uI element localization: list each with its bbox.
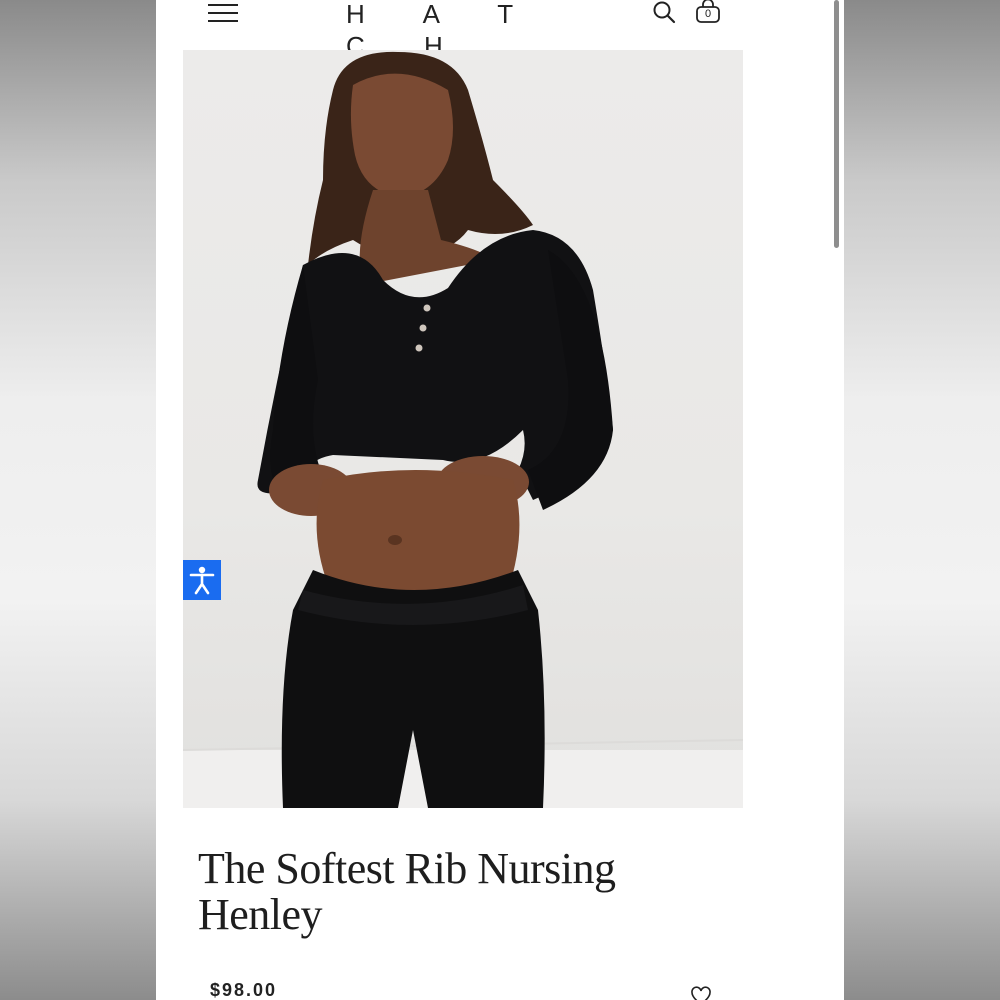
mobile-page: H A T C H 0 The Softest Rib Nursing Henl… xyxy=(156,0,844,1000)
product-title: The Softest Rib Nursing Henley xyxy=(198,844,616,939)
accessibility-icon xyxy=(189,566,215,595)
shopping-bag-icon[interactable]: 0 xyxy=(694,0,722,26)
site-logo[interactable]: H A T C H xyxy=(346,0,586,61)
product-image[interactable] xyxy=(183,50,743,808)
scrollbar[interactable] xyxy=(834,0,839,248)
accessibility-button[interactable] xyxy=(183,560,221,600)
site-header: H A T C H 0 xyxy=(156,0,844,61)
right-blur-border xyxy=(844,0,1000,1000)
search-icon[interactable] xyxy=(652,0,678,26)
cart-count: 0 xyxy=(704,8,712,20)
left-blur-border xyxy=(0,0,156,1000)
heart-icon[interactable] xyxy=(690,986,712,1000)
hamburger-menu-icon[interactable] xyxy=(208,4,238,24)
model-photo xyxy=(183,51,743,808)
product-price: $98.00 xyxy=(210,980,278,1000)
